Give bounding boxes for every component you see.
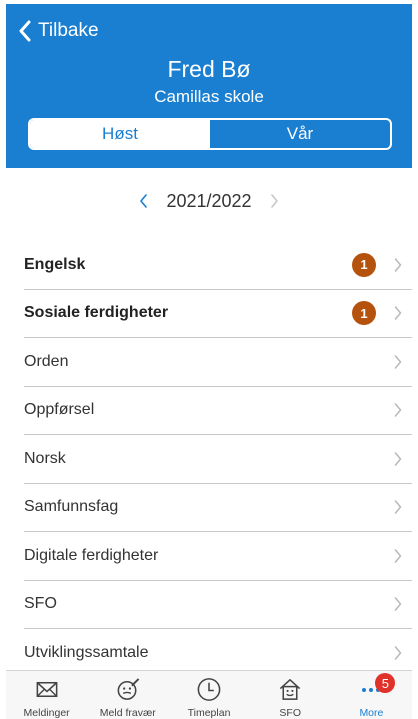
list-item-label: Digitale ferdigheter bbox=[24, 546, 159, 564]
student-name: Fred Bø bbox=[167, 56, 251, 82]
list-item-engelsk[interactable]: Engelsk 1 bbox=[24, 241, 412, 290]
chevron-right-icon bbox=[394, 500, 402, 514]
chevron-right-icon bbox=[394, 306, 402, 320]
list-item-orden[interactable]: Orden bbox=[24, 338, 412, 387]
list-item-label: Oppførsel bbox=[24, 401, 95, 419]
tab-label: More bbox=[359, 707, 384, 719]
chevron-right-icon bbox=[394, 646, 402, 660]
list-item-samfunnsfag[interactable]: Samfunnsfag bbox=[24, 484, 412, 532]
previous-year-button[interactable] bbox=[139, 194, 148, 208]
list-item-digitale-ferdigheter[interactable]: Digitale ferdigheter bbox=[24, 532, 412, 581]
subject-list: Engelsk 1 Sosiale ferdigheter 1 Orden Op… bbox=[6, 241, 412, 678]
chevron-left-icon bbox=[19, 20, 31, 42]
chevron-left-icon bbox=[140, 194, 148, 208]
envelope-icon bbox=[36, 681, 58, 698]
list-item-label: Sosiale ferdigheter bbox=[24, 304, 169, 322]
term-segmented-control: Høst Vår bbox=[28, 118, 392, 150]
tab-timeplan[interactable]: Timeplan bbox=[168, 671, 249, 719]
list-item-label: Utviklingssamtale bbox=[24, 643, 149, 661]
chevron-right-icon bbox=[394, 355, 402, 369]
tab-sfo[interactable]: SFO bbox=[250, 671, 331, 719]
list-item-oppforsel[interactable]: Oppførsel bbox=[24, 387, 412, 435]
chevron-right-icon bbox=[270, 194, 278, 208]
chevron-right-icon bbox=[394, 258, 402, 272]
app-screen: Tilbake Fred Bø Camillas skole Høst Vår … bbox=[6, 4, 412, 719]
chevron-right-icon bbox=[394, 597, 402, 611]
list-item-label: Engelsk bbox=[24, 255, 86, 273]
tab-more[interactable]: 5 More bbox=[331, 671, 412, 719]
back-button[interactable]: Tilbake bbox=[18, 18, 99, 44]
notification-badge: 1 bbox=[352, 252, 376, 277]
list-item-sfo[interactable]: SFO bbox=[24, 581, 412, 629]
school-name: Camillas skole bbox=[154, 87, 264, 106]
tab-meldinger[interactable]: Meldinger bbox=[6, 671, 87, 719]
list-item-norsk[interactable]: Norsk bbox=[24, 435, 412, 484]
chevron-right-icon bbox=[394, 452, 402, 466]
next-year-button[interactable] bbox=[270, 194, 279, 208]
list-item-label: Orden bbox=[24, 352, 69, 370]
chevron-right-icon bbox=[394, 403, 402, 417]
tab-bar: Meldinger Meld fravær Timeplan SFO 5 Mor… bbox=[6, 670, 412, 719]
segment-host[interactable]: Høst bbox=[30, 120, 210, 148]
list-item-label: Norsk bbox=[24, 449, 66, 467]
year-selector: 2021/2022 bbox=[6, 186, 412, 216]
list-item-label: SFO bbox=[24, 595, 57, 613]
notification-badge: 1 bbox=[352, 301, 376, 326]
tab-label: SFO bbox=[279, 707, 301, 719]
tab-label: Timeplan bbox=[187, 707, 231, 719]
house-icon bbox=[280, 679, 301, 700]
chevron-right-icon bbox=[394, 549, 402, 563]
header: Tilbake Fred Bø Camillas skole Høst Vår bbox=[6, 4, 412, 168]
tab-label: Meld fravær bbox=[99, 707, 156, 719]
tab-badge: 5 bbox=[375, 673, 396, 693]
back-label: Tilbake bbox=[38, 20, 99, 41]
tab-label: Meldinger bbox=[23, 707, 70, 719]
clock-icon bbox=[197, 678, 221, 701]
segment-var[interactable]: Vår bbox=[210, 120, 390, 148]
list-item-label: Samfunnsfag bbox=[24, 498, 119, 516]
tab-meld-fravaer[interactable]: Meld fravær bbox=[87, 671, 168, 719]
absence-icon bbox=[117, 678, 140, 700]
year-label: 2021/2022 bbox=[166, 190, 252, 211]
list-item-sosiale-ferdigheter[interactable]: Sosiale ferdigheter 1 bbox=[24, 290, 412, 338]
